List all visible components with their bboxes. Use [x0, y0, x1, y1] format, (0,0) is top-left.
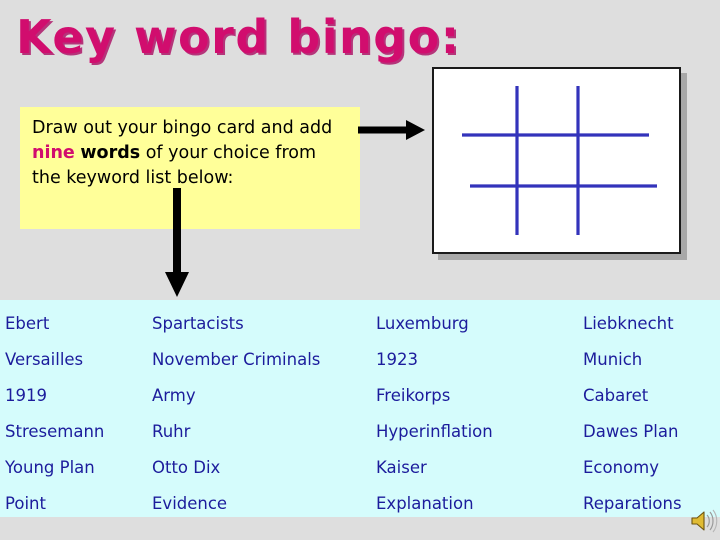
keyword-item: Munich [583, 350, 643, 369]
instruction-part1: Draw out your bingo card and add [32, 118, 333, 138]
keyword-item: 1923 [376, 350, 418, 369]
instruction-emphasis-words: words [80, 143, 141, 163]
page-title: Key word bingo: [16, 10, 461, 64]
keyword-item: Kaiser [376, 458, 427, 477]
speaker-icon[interactable] [690, 508, 718, 534]
bingo-card [432, 67, 681, 254]
arrow-right-icon [358, 120, 425, 140]
keyword-item: Economy [583, 458, 659, 477]
keyword-item: Hyperinflation [376, 422, 493, 441]
keyword-item: Otto Dix [152, 458, 221, 477]
keyword-item: November Criminals [152, 350, 321, 369]
keyword-item: Cabaret [583, 386, 649, 405]
keyword-item: Stresemann [5, 422, 105, 441]
keyword-item: Evidence [152, 494, 228, 513]
instruction-text: Draw out your bingo card and add nine wo… [32, 116, 346, 191]
keyword-grid: Ebert Spartacists Luxemburg Liebknecht V… [0, 300, 720, 522]
keyword-item: Army [152, 386, 196, 405]
keyword-item: Freikorps [376, 386, 451, 405]
keyword-item: Versailles [5, 350, 84, 369]
keyword-item: Ruhr [152, 422, 191, 441]
keyword-list: Ebert Spartacists Luxemburg Liebknecht V… [0, 300, 720, 517]
keyword-item: 1919 [5, 386, 47, 405]
keyword-item: Ebert [5, 314, 50, 333]
keyword-item: Spartacists [152, 314, 244, 333]
keyword-item: Explanation [376, 494, 474, 513]
keyword-item: Young Plan [5, 458, 95, 477]
instruction-emphasis-nine: nine [32, 143, 75, 163]
arrow-down-icon [165, 188, 189, 297]
bingo-grid-icon [462, 86, 657, 235]
keyword-item: Luxemburg [376, 314, 469, 333]
keyword-item: Point [5, 494, 46, 513]
slide-canvas: Key word bingo: Draw out your bingo card… [0, 0, 720, 540]
keyword-item: Dawes Plan [583, 422, 679, 441]
keyword-item: Liebknecht [583, 314, 674, 333]
